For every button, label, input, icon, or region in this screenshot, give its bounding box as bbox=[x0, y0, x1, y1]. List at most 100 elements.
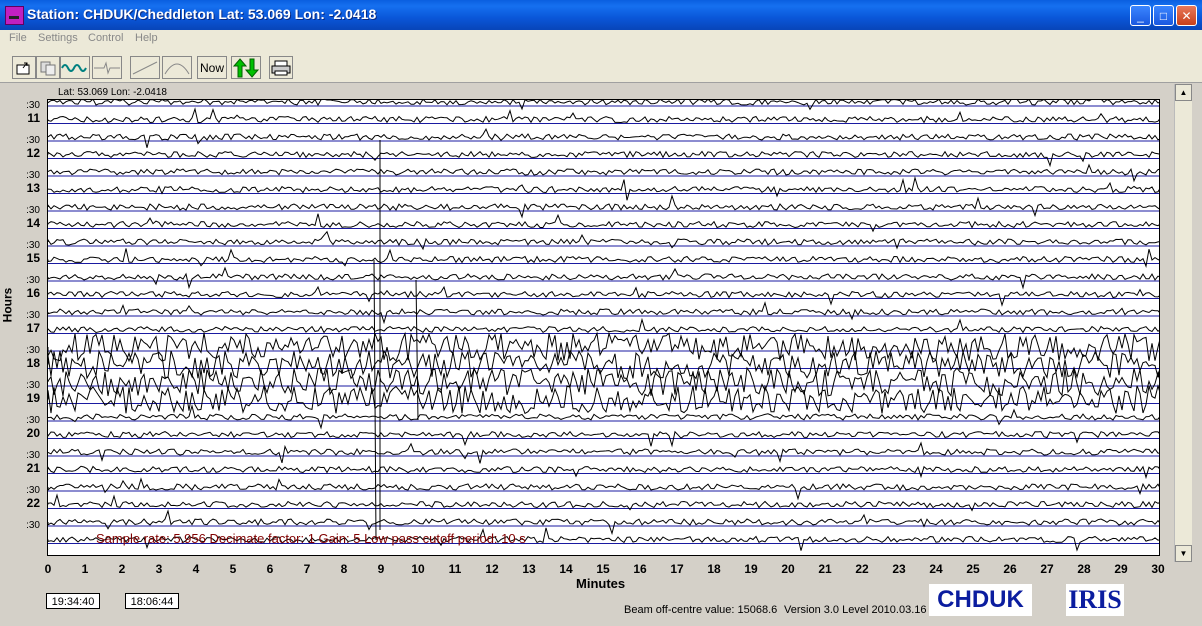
now-button[interactable]: Now bbox=[197, 56, 227, 79]
half-hour-label: :30 bbox=[26, 520, 40, 531]
half-hour-label: :30 bbox=[26, 345, 40, 356]
hour-label: 11 bbox=[27, 111, 40, 125]
print-button[interactable] bbox=[269, 56, 293, 79]
minute-tick-label: 5 bbox=[229, 562, 237, 576]
seismic-trace bbox=[48, 441, 1159, 464]
open-icon bbox=[16, 62, 30, 74]
sample-info-text: Sample rate: 5.956 Decimate factor: 1 Ga… bbox=[96, 531, 526, 546]
hour-label: 19 bbox=[26, 391, 40, 405]
seismic-trace bbox=[48, 175, 1159, 201]
minute-tick-label: 30 bbox=[1151, 562, 1165, 576]
menu-help[interactable]: Help bbox=[135, 32, 158, 44]
seismic-trace bbox=[48, 266, 1159, 290]
seismic-trace bbox=[48, 383, 1159, 415]
filter-button[interactable] bbox=[92, 56, 122, 79]
slope-icon bbox=[132, 61, 158, 74]
minute-tick-label: 15 bbox=[596, 562, 610, 576]
minute-tick-label: 21 bbox=[818, 562, 832, 576]
half-hour-label: :30 bbox=[26, 415, 40, 426]
seismic-trace bbox=[48, 100, 1159, 111]
open-file-button[interactable] bbox=[12, 56, 36, 79]
copy-button[interactable] bbox=[36, 56, 60, 79]
vertical-scrollbar[interactable]: ▲ ▼ bbox=[1174, 84, 1192, 562]
half-hour-label: :30 bbox=[26, 135, 40, 146]
half-hour-label: :30 bbox=[26, 205, 40, 216]
menu-control[interactable]: Control bbox=[88, 32, 123, 44]
cursor-time-box: 18:06:44 bbox=[125, 593, 179, 609]
seismic-trace bbox=[48, 465, 1159, 480]
half-hour-label: :30 bbox=[26, 310, 40, 321]
seismic-trace bbox=[48, 331, 1159, 363]
minimize-button[interactable]: _ bbox=[1130, 5, 1151, 26]
half-hour-label: :30 bbox=[26, 450, 40, 461]
minute-tick-label: 13 bbox=[522, 562, 536, 576]
slope-button[interactable] bbox=[130, 56, 160, 79]
waveform-button[interactable] bbox=[60, 56, 90, 79]
menu-settings[interactable]: Settings bbox=[38, 32, 78, 44]
copy-icon bbox=[40, 61, 56, 75]
current-time-box: 19:34:40 bbox=[46, 593, 100, 609]
seismic-trace bbox=[48, 366, 1159, 398]
minute-tick-label: 22 bbox=[855, 562, 869, 576]
minute-tick-label: 3 bbox=[155, 562, 163, 576]
minute-tick-label: 2 bbox=[118, 562, 126, 576]
seismic-trace bbox=[48, 194, 1159, 219]
app-icon bbox=[5, 6, 24, 25]
minute-tick-label: 23 bbox=[892, 562, 906, 576]
filter-icon bbox=[94, 60, 120, 75]
minute-tick-label: 24 bbox=[929, 562, 943, 576]
hour-label: 20 bbox=[26, 426, 40, 440]
minute-tick-label: 19 bbox=[744, 562, 758, 576]
minute-tick-label: 0 bbox=[44, 562, 52, 576]
maximize-button[interactable]: □ bbox=[1153, 5, 1174, 26]
menu-file[interactable]: File bbox=[9, 32, 27, 44]
minute-tick-label: 14 bbox=[559, 562, 573, 576]
window-title: Station: CHDUK/Cheddleton Lat: 53.069 Lo… bbox=[27, 6, 377, 22]
hour-label: 12 bbox=[26, 146, 40, 160]
bandpass-button[interactable] bbox=[162, 56, 192, 79]
version-status: Version 3.0 Level 2010.03.16 bbox=[784, 604, 927, 616]
seismogram-plot[interactable]: Sample rate: 5.956 Decimate factor: 1 Ga… bbox=[47, 99, 1160, 556]
minute-tick-label: 4 bbox=[192, 562, 200, 576]
minute-tick-label: 11 bbox=[448, 562, 462, 576]
toolbar: Now bbox=[0, 48, 1202, 83]
up-down-arrows-icon bbox=[232, 57, 260, 78]
half-hour-label: :30 bbox=[26, 485, 40, 496]
minute-tick-label: 12 bbox=[485, 562, 499, 576]
minute-tick-label: 28 bbox=[1077, 562, 1091, 576]
seismic-trace bbox=[48, 107, 1159, 124]
half-hour-label: :30 bbox=[26, 275, 40, 286]
hour-label: 17 bbox=[26, 321, 40, 335]
hour-label: 22 bbox=[26, 496, 40, 510]
half-hour-label: :30 bbox=[26, 170, 40, 181]
minute-tick-label: 18 bbox=[707, 562, 721, 576]
coordinate-label: Lat: 53.069 Lon: -2.0418 bbox=[58, 87, 167, 98]
minute-tick-label: 9 bbox=[377, 562, 385, 576]
hour-label: 15 bbox=[26, 251, 40, 265]
minute-tick-label: 7 bbox=[303, 562, 311, 576]
scroll-up-button[interactable]: ▲ bbox=[1175, 84, 1192, 101]
scroll-down-button[interactable]: ▼ bbox=[1175, 545, 1192, 562]
close-button[interactable]: ✕ bbox=[1176, 5, 1197, 26]
title-bar: Station: CHDUK/Cheddleton Lat: 53.069 Lo… bbox=[0, 0, 1202, 30]
seismic-spike bbox=[373, 140, 419, 541]
hour-label: 14 bbox=[26, 216, 40, 230]
hour-label: 21 bbox=[26, 461, 40, 475]
seismic-trace bbox=[48, 477, 1159, 501]
iris-logo: IRIS bbox=[1066, 584, 1124, 616]
bandpass-icon bbox=[164, 63, 190, 74]
minutes-axis-title: Minutes bbox=[576, 576, 626, 591]
seismic-trace bbox=[48, 301, 1159, 325]
minute-tick-label: 26 bbox=[1003, 562, 1017, 576]
hour-label: 18 bbox=[26, 356, 40, 370]
minute-tick-label: 20 bbox=[781, 562, 795, 576]
station-logo: CHDUK bbox=[929, 584, 1032, 616]
beam-status: Beam off-centre value: 15068.6 bbox=[624, 604, 778, 616]
minute-tick-label: 17 bbox=[670, 562, 684, 576]
minute-tick-label: 8 bbox=[340, 562, 348, 576]
seismic-trace bbox=[48, 163, 1159, 183]
minute-tick-label: 29 bbox=[1114, 562, 1128, 576]
half-hour-label: :30 bbox=[26, 100, 40, 111]
scroll-arrows-button[interactable] bbox=[231, 56, 261, 79]
hour-label: 13 bbox=[26, 181, 40, 195]
